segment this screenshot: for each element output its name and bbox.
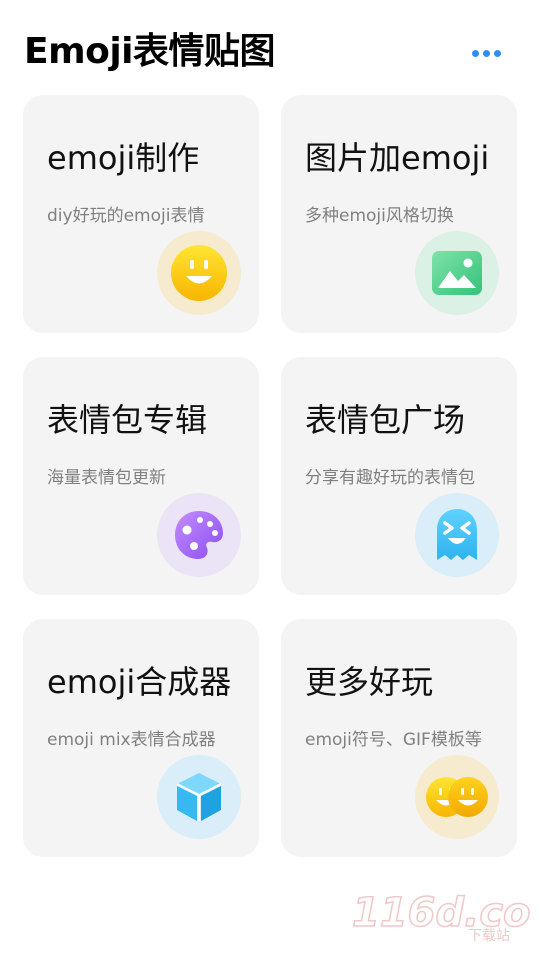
card-image-add-emoji[interactable]: 图片加emoji 多种emoji风格切换 [281,95,517,333]
icon-badge [157,755,241,839]
card-subtitle: emoji符号、GIF模板等 [305,730,482,750]
card-subtitle: 多种emoji风格切换 [305,206,454,226]
image-picture-icon [432,251,482,295]
card-title: emoji合成器 [47,663,232,701]
two-smileys-icon [426,777,488,817]
cube-icon [176,773,222,821]
icon-badge [157,231,241,315]
palette-icon [175,511,223,559]
card-title: 更多好玩 [305,663,434,701]
icon-badge [415,231,499,315]
card-sticker-album[interactable]: 表情包专辑 海量表情包更新 [23,357,259,595]
more-dots-icon[interactable] [464,40,508,66]
icon-badge [157,493,241,577]
watermark-logo: 116d.com 下载站 [351,889,530,944]
card-title: 表情包广场 [305,401,466,439]
card-title: 图片加emoji [305,139,490,177]
card-emoji-maker[interactable]: emoji制作 diy好玩的emoji表情 [23,95,259,333]
icon-badge [415,493,499,577]
card-sticker-plaza[interactable]: 表情包广场 分享有趣好玩的表情包 [281,357,517,595]
card-subtitle: 分享有趣好玩的表情包 [305,468,475,488]
watermark-subtext: 下载站 [468,928,510,944]
header: Emoji表情贴图 [0,0,540,90]
card-title: 表情包专辑 [47,401,208,439]
card-subtitle: diy好玩的emoji表情 [47,206,205,226]
icon-badge [415,755,499,839]
card-subtitle: 海量表情包更新 [47,468,166,488]
page-title: Emoji表情贴图 [24,31,276,72]
card-subtitle: emoji mix表情合成器 [47,730,216,750]
ghost-emoji-icon [437,509,477,560]
card-more-fun[interactable]: 更多好玩 emoji符号、GIF模板等 [281,619,517,857]
card-title: emoji制作 [47,139,200,177]
smiley-face-icon [171,245,227,301]
card-emoji-mixer[interactable]: emoji合成器 emoji mix表情合成器 [23,619,259,857]
feature-grid: emoji制作 diy好玩的emoji表情 图片加emoji 多种emoji风格… [23,95,517,859]
